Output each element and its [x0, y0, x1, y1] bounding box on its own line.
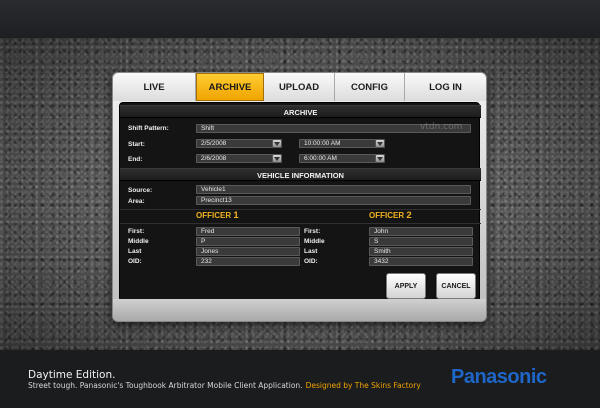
tab-login[interactable]: LOG IN [405, 73, 486, 101]
officer-1-number: 1 [233, 210, 239, 221]
tab-config[interactable]: CONFIG [335, 73, 405, 101]
vehicle-section-title: VEHICLE INFORMATION [120, 168, 481, 181]
chevron-down-icon[interactable] [272, 139, 282, 148]
start-date-value: 2/5/2008 [201, 140, 227, 147]
tab-live[interactable]: LIVE [113, 73, 196, 101]
start-time-value: 10:00:00 AM [304, 140, 341, 147]
end-label: End: [128, 156, 143, 163]
officer-2-middle-field[interactable]: S [369, 237, 473, 246]
officer-1-oid-value: 232 [201, 258, 212, 265]
designer-credit: Designed by The Skins Factory [305, 381, 421, 390]
officer-1-last-label: Last [128, 248, 142, 255]
source-value: Vehicle1 [201, 186, 226, 193]
officer-2-heading: OFFICER 2 [369, 211, 412, 221]
shift-pattern-label: Shift Pattern: [128, 125, 169, 132]
tagline-text: Street tough. Panasonic's Toughbook Arbi… [28, 381, 303, 390]
end-date-select[interactable]: 2/6/2008 [196, 154, 282, 163]
officer-2-last-label: Last [304, 248, 318, 255]
edition-title: Daytime Edition. [28, 369, 116, 381]
officer-2-first-field[interactable]: John [369, 227, 473, 236]
officer-2-oid-field[interactable]: 3432 [369, 257, 473, 266]
officer-2-last-field[interactable]: Smith [369, 247, 473, 256]
officer-1-first-field[interactable]: Fred [196, 227, 300, 236]
officer-2-middle-label: Middle [304, 238, 325, 245]
officer-1-middle-field[interactable]: P [196, 237, 300, 246]
area-label: Area: [128, 198, 145, 205]
officer-1-last-value: Jones [201, 248, 219, 255]
area-value: Precinct13 [201, 197, 232, 204]
officer-2-oid-value: 3432 [374, 258, 389, 265]
panasonic-logo: Panasonic [451, 366, 547, 388]
section-divider [120, 209, 481, 210]
officer-1-title: OFFICER [196, 211, 232, 220]
top-band [0, 0, 600, 38]
source-label: Source: [128, 187, 153, 194]
officer-2-oid-label: OID: [304, 258, 318, 265]
start-time-select[interactable]: 10:00:00 AM [299, 139, 385, 148]
cancel-button[interactable]: CANCEL [436, 273, 476, 299]
officer-2-first-label: First: [304, 228, 321, 235]
officer-1-middle-value: P [201, 238, 206, 245]
officer-1-heading: OFFICER 1 [196, 211, 239, 221]
officer-2-middle-value: S [374, 238, 379, 245]
start-label: Start: [128, 141, 145, 148]
officer-1-middle-label: Middle [128, 238, 149, 245]
end-time-value: 6:00:00 AM [304, 155, 337, 162]
officer-1-first-value: Fred [201, 228, 215, 235]
area-field[interactable]: Precinct13 [196, 196, 471, 205]
officer-1-oid-label: OID: [128, 258, 142, 265]
device-bezel-bottom [113, 299, 486, 321]
officer-2-number: 2 [406, 210, 412, 221]
officer-2-title: OFFICER [369, 211, 405, 220]
section-divider [120, 223, 481, 224]
app-window: LIVE ARCHIVE UPLOAD CONFIG LOG IN ARCHIV… [112, 72, 487, 322]
officer-1-first-label: First: [128, 228, 145, 235]
officer-2-first-value: John [374, 228, 389, 235]
chevron-down-icon[interactable] [375, 139, 385, 148]
tab-upload[interactable]: UPLOAD [264, 73, 335, 101]
officer-1-last-field[interactable]: Jones [196, 247, 300, 256]
tagline: Street tough. Panasonic's Toughbook Arbi… [28, 381, 421, 390]
source-field[interactable]: Vehicle1 [196, 185, 471, 194]
archive-section-title: ARCHIVE [120, 105, 481, 118]
archive-panel: ARCHIVE Shift Pattern: Shift Start: 2/5/… [119, 102, 481, 302]
tab-bar: LIVE ARCHIVE UPLOAD CONFIG LOG IN [113, 73, 486, 101]
chevron-down-icon[interactable] [375, 154, 385, 163]
end-time-select[interactable]: 6:00:00 AM [299, 154, 385, 163]
end-date-value: 2/6/2008 [201, 155, 227, 162]
officer-1-oid-field[interactable]: 232 [196, 257, 300, 266]
apply-button[interactable]: APPLY [386, 273, 426, 299]
officer-2-last-value: Smith [374, 248, 391, 255]
watermark: vtdn.com [420, 122, 463, 132]
chevron-down-icon[interactable] [272, 154, 282, 163]
start-date-select[interactable]: 2/5/2008 [196, 139, 282, 148]
tab-archive[interactable]: ARCHIVE [196, 73, 264, 101]
